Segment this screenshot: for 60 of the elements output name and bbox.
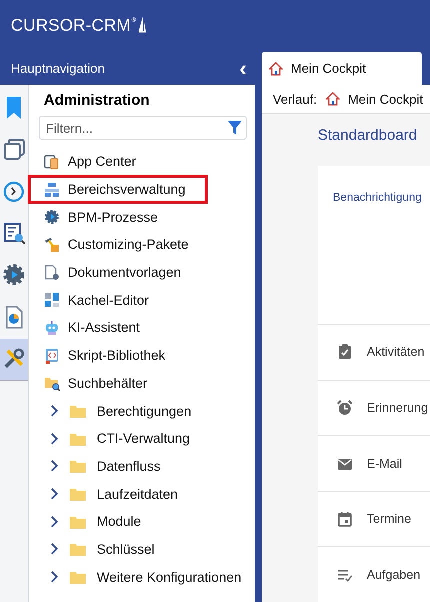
robot-icon <box>44 320 60 336</box>
clipboard-check-icon <box>337 344 353 360</box>
folder-icon <box>69 541 87 558</box>
menu-item[interactable]: Dokumentvorlagen <box>39 258 215 286</box>
folder-icon <box>69 486 87 502</box>
chevron-right-icon <box>49 516 59 528</box>
widget-row[interactable]: Erinnerung <box>318 380 430 436</box>
alarm-clock-icon <box>337 400 353 416</box>
sailboat-icon <box>138 16 148 34</box>
menu-item[interactable]: CTI-Verwaltung <box>39 424 255 453</box>
menu-item[interactable]: Schlüssel <box>39 536 255 564</box>
tiles-icon <box>44 292 60 308</box>
widget-row[interactable]: Aufgaben <box>318 546 430 602</box>
chevron-right-icon <box>49 405 59 418</box>
menu-item[interactable]: Kachel-Editor <box>39 286 215 314</box>
panel-title: Administration <box>43 92 151 111</box>
folder-search-icon <box>44 375 60 392</box>
folder-icon <box>69 458 87 474</box>
widget-row[interactable]: E-Mail <box>318 435 430 491</box>
document-gear-icon <box>44 264 60 281</box>
menu-item[interactable]: Customizing-Pakete <box>39 231 215 259</box>
house-icon <box>326 92 340 106</box>
menu-item[interactable]: Skript-Bibliothek <box>39 342 215 370</box>
widget-row[interactable]: Aktivitäten <box>318 324 430 380</box>
collapse-button[interactable]: ‹ <box>238 58 249 80</box>
history-label: Verlauf: <box>273 92 318 107</box>
menu-item[interactable]: Weitere Konfigurationen <box>39 563 255 591</box>
code-book-icon <box>44 348 60 364</box>
widget-row[interactable]: Termine <box>318 490 430 546</box>
calendar-icon <box>337 511 353 528</box>
tablet-icon <box>44 154 60 170</box>
menu-item[interactable]: Datenfluss <box>39 452 255 480</box>
menu-item[interactable]: KI-Assistent <box>39 314 215 342</box>
folder-icon <box>69 403 87 420</box>
navigation-title: Hauptnavigation <box>11 61 105 76</box>
chevron-right-icon <box>49 488 59 500</box>
chevron-right-icon <box>49 571 59 584</box>
hammer-box-icon <box>44 236 60 253</box>
menu-item[interactable]: App Center <box>39 148 215 176</box>
tab[interactable]: Mein Cockpit <box>262 52 422 85</box>
card-title: Benachrichtigung <box>332 191 423 206</box>
hierarchy-icon <box>44 182 60 198</box>
filter-field[interactable]: Filtern... <box>39 116 247 140</box>
folder-icon <box>69 569 87 586</box>
logo-text: CURSOR-CRM <box>11 16 132 36</box>
menu-item[interactable]: Bereichsverwaltung <box>29 176 207 204</box>
filter-icon <box>228 121 242 135</box>
history-link[interactable]: Mein Cockpit <box>326 92 424 107</box>
menu-item[interactable]: Module <box>39 508 255 536</box>
gear-icon <box>44 209 60 226</box>
menu-item[interactable]: BPM-Prozesse <box>39 203 215 232</box>
menu-item[interactable]: Laufzeitdaten <box>39 480 255 508</box>
chevron-right-icon <box>49 432 59 445</box>
house-icon <box>269 62 283 76</box>
board-title: Standardboard <box>317 127 418 146</box>
menu-item[interactable]: Berechtigungen <box>39 397 255 425</box>
history-icon <box>2 179 26 205</box>
chevron-right-icon <box>49 543 59 556</box>
menu-item[interactable]: Suchbehälter <box>39 370 215 398</box>
chevron-right-icon <box>49 460 59 472</box>
